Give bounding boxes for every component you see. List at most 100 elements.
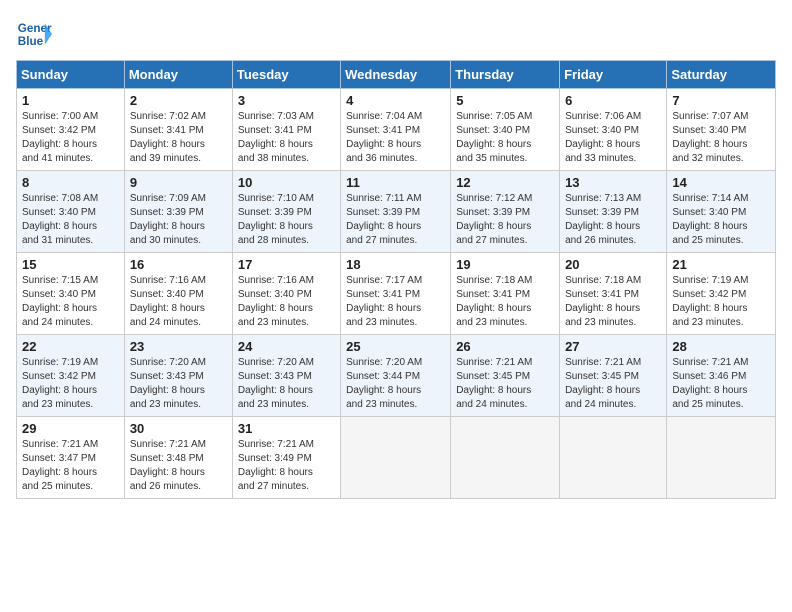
- day-info: Sunrise: 7:20 AMSunset: 3:43 PMDaylight:…: [130, 356, 227, 412]
- day-header-monday: Monday: [124, 61, 232, 89]
- svg-text:Blue: Blue: [18, 35, 44, 48]
- day-info: Sunrise: 7:21 AMSunset: 3:45 PMDaylight:…: [565, 356, 661, 412]
- table-row: 22 Sunrise: 7:19 AMSunset: 3:42 PMDayligh…: [17, 335, 125, 417]
- day-number: 13: [565, 175, 661, 190]
- day-info: Sunrise: 7:18 AMSunset: 3:41 PMDaylight:…: [565, 274, 661, 330]
- day-number: 16: [130, 257, 227, 272]
- day-info: Sunrise: 7:03 AMSunset: 3:41 PMDaylight:…: [238, 110, 335, 166]
- day-header-tuesday: Tuesday: [232, 61, 340, 89]
- table-row: 15 Sunrise: 7:15 AMSunset: 3:40 PMDayligh…: [17, 253, 125, 335]
- day-info: Sunrise: 7:21 AMSunset: 3:46 PMDaylight:…: [672, 356, 770, 412]
- day-info: Sunrise: 7:20 AMSunset: 3:43 PMDaylight:…: [238, 356, 335, 412]
- day-number: 4: [346, 93, 445, 108]
- table-row: 30 Sunrise: 7:21 AMSunset: 3:48 PMDayligh…: [124, 417, 232, 499]
- table-row: 10 Sunrise: 7:10 AMSunset: 3:39 PMDayligh…: [232, 171, 340, 253]
- day-number: 30: [130, 421, 227, 436]
- table-row: 13 Sunrise: 7:13 AMSunset: 3:39 PMDayligh…: [560, 171, 667, 253]
- day-header-sunday: Sunday: [17, 61, 125, 89]
- day-number: 24: [238, 339, 335, 354]
- table-row: 14 Sunrise: 7:14 AMSunset: 3:40 PMDayligh…: [667, 171, 776, 253]
- day-number: 7: [672, 93, 770, 108]
- table-row: 9 Sunrise: 7:09 AMSunset: 3:39 PMDaylight…: [124, 171, 232, 253]
- day-number: 27: [565, 339, 661, 354]
- day-number: 26: [456, 339, 554, 354]
- day-number: 11: [346, 175, 445, 190]
- table-row: 28 Sunrise: 7:21 AMSunset: 3:46 PMDayligh…: [667, 335, 776, 417]
- calendar-header-row: SundayMondayTuesdayWednesdayThursdayFrid…: [17, 61, 776, 89]
- day-info: Sunrise: 7:21 AMSunset: 3:48 PMDaylight:…: [130, 438, 227, 494]
- table-row: 1 Sunrise: 7:00 AMSunset: 3:42 PMDaylight…: [17, 89, 125, 171]
- day-info: Sunrise: 7:20 AMSunset: 3:44 PMDaylight:…: [346, 356, 445, 412]
- day-number: 5: [456, 93, 554, 108]
- day-info: Sunrise: 7:14 AMSunset: 3:40 PMDaylight:…: [672, 192, 770, 248]
- day-info: Sunrise: 7:16 AMSunset: 3:40 PMDaylight:…: [130, 274, 227, 330]
- day-header-saturday: Saturday: [667, 61, 776, 89]
- day-info: Sunrise: 7:05 AMSunset: 3:40 PMDaylight:…: [456, 110, 554, 166]
- day-info: Sunrise: 7:06 AMSunset: 3:40 PMDaylight:…: [565, 110, 661, 166]
- table-row: 29 Sunrise: 7:21 AMSunset: 3:47 PMDayligh…: [17, 417, 125, 499]
- day-header-wednesday: Wednesday: [341, 61, 451, 89]
- day-number: 3: [238, 93, 335, 108]
- table-row: 2Sunrise: 7:02 AMSunset: 3:41 PMDaylight…: [124, 89, 232, 171]
- table-row: [560, 417, 667, 499]
- day-header-friday: Friday: [560, 61, 667, 89]
- day-info: Sunrise: 7:00 AMSunset: 3:42 PMDaylight:…: [22, 110, 119, 166]
- day-info: Sunrise: 7:08 AMSunset: 3:40 PMDaylight:…: [22, 192, 119, 248]
- day-number: 6: [565, 93, 661, 108]
- day-number: 18: [346, 257, 445, 272]
- table-row: 6 Sunrise: 7:06 AMSunset: 3:40 PMDaylight…: [560, 89, 667, 171]
- day-info: Sunrise: 7:21 AMSunset: 3:45 PMDaylight:…: [456, 356, 554, 412]
- table-row: 24 Sunrise: 7:20 AMSunset: 3:43 PMDayligh…: [232, 335, 340, 417]
- day-number: 10: [238, 175, 335, 190]
- day-number: 22: [22, 339, 119, 354]
- logo: General Blue: [16, 16, 56, 52]
- table-row: 20 Sunrise: 7:18 AMSunset: 3:41 PMDayligh…: [560, 253, 667, 335]
- day-number: 29: [22, 421, 119, 436]
- calendar-week-row: 22 Sunrise: 7:19 AMSunset: 3:42 PMDayligh…: [17, 335, 776, 417]
- day-info: Sunrise: 7:10 AMSunset: 3:39 PMDaylight:…: [238, 192, 335, 248]
- day-info: Sunrise: 7:19 AMSunset: 3:42 PMDaylight:…: [672, 274, 770, 330]
- day-info: Sunrise: 7:09 AMSunset: 3:39 PMDaylight:…: [130, 192, 227, 248]
- day-number: 15: [22, 257, 119, 272]
- day-number: 1: [22, 93, 119, 108]
- day-number: 31: [238, 421, 335, 436]
- calendar-week-row: 15 Sunrise: 7:15 AMSunset: 3:40 PMDayligh…: [17, 253, 776, 335]
- day-info: Sunrise: 7:16 AMSunset: 3:40 PMDaylight:…: [238, 274, 335, 330]
- table-row: 27 Sunrise: 7:21 AMSunset: 3:45 PMDayligh…: [560, 335, 667, 417]
- table-row: 26 Sunrise: 7:21 AMSunset: 3:45 PMDayligh…: [451, 335, 560, 417]
- day-number: 23: [130, 339, 227, 354]
- table-row: 17 Sunrise: 7:16 AMSunset: 3:40 PMDayligh…: [232, 253, 340, 335]
- table-row: 19Sunrise: 7:18 AMSunset: 3:41 PMDayligh…: [451, 253, 560, 335]
- day-number: 14: [672, 175, 770, 190]
- day-header-thursday: Thursday: [451, 61, 560, 89]
- table-row: 25Sunrise: 7:20 AMSunset: 3:44 PMDayligh…: [341, 335, 451, 417]
- table-row: [451, 417, 560, 499]
- day-number: 8: [22, 175, 119, 190]
- table-row: 21 Sunrise: 7:19 AMSunset: 3:42 PMDayligh…: [667, 253, 776, 335]
- table-row: [667, 417, 776, 499]
- page-header: General Blue: [16, 16, 776, 52]
- day-number: 17: [238, 257, 335, 272]
- day-info: Sunrise: 7:02 AMSunset: 3:41 PMDaylight:…: [130, 110, 227, 166]
- day-info: Sunrise: 7:04 AMSunset: 3:41 PMDaylight:…: [346, 110, 445, 166]
- table-row: 31Sunrise: 7:21 AMSunset: 3:49 PMDayligh…: [232, 417, 340, 499]
- day-info: Sunrise: 7:11 AMSunset: 3:39 PMDaylight:…: [346, 192, 445, 248]
- table-row: 18Sunrise: 7:17 AMSunset: 3:41 PMDayligh…: [341, 253, 451, 335]
- table-row: 8 Sunrise: 7:08 AMSunset: 3:40 PMDaylight…: [17, 171, 125, 253]
- day-number: 21: [672, 257, 770, 272]
- day-info: Sunrise: 7:15 AMSunset: 3:40 PMDaylight:…: [22, 274, 119, 330]
- day-number: 28: [672, 339, 770, 354]
- table-row: 4 Sunrise: 7:04 AMSunset: 3:41 PMDaylight…: [341, 89, 451, 171]
- calendar-week-row: 8 Sunrise: 7:08 AMSunset: 3:40 PMDaylight…: [17, 171, 776, 253]
- table-row: 23 Sunrise: 7:20 AMSunset: 3:43 PMDayligh…: [124, 335, 232, 417]
- day-info: Sunrise: 7:19 AMSunset: 3:42 PMDaylight:…: [22, 356, 119, 412]
- calendar-week-row: 29 Sunrise: 7:21 AMSunset: 3:47 PMDayligh…: [17, 417, 776, 499]
- day-number: 12: [456, 175, 554, 190]
- table-row: 3 Sunrise: 7:03 AMSunset: 3:41 PMDaylight…: [232, 89, 340, 171]
- day-info: Sunrise: 7:21 AMSunset: 3:47 PMDaylight:…: [22, 438, 119, 494]
- table-row: 7Sunrise: 7:07 AMSunset: 3:40 PMDaylight…: [667, 89, 776, 171]
- day-number: 19: [456, 257, 554, 272]
- day-number: 20: [565, 257, 661, 272]
- day-number: 9: [130, 175, 227, 190]
- day-info: Sunrise: 7:13 AMSunset: 3:39 PMDaylight:…: [565, 192, 661, 248]
